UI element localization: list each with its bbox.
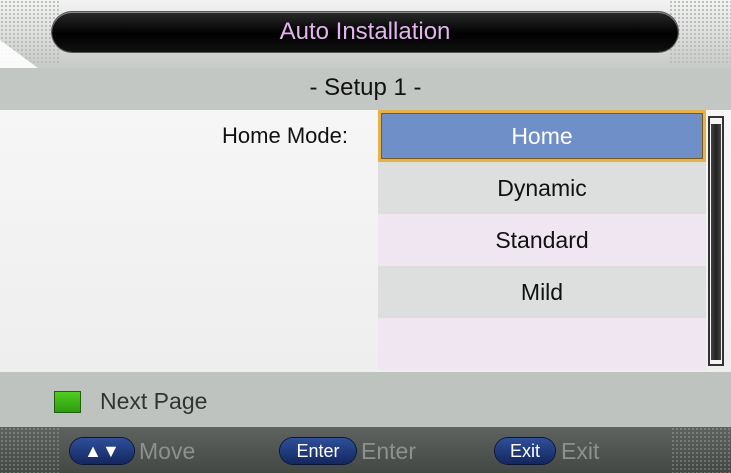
setup-subtitle: - Setup 1 - xyxy=(0,68,731,110)
exit-key-icon: Exit xyxy=(495,438,555,464)
green-button-icon xyxy=(54,391,81,413)
scrollbar-thumb[interactable] xyxy=(711,124,721,360)
move-key-icon: ▲▼ xyxy=(70,438,134,464)
window-title: Auto Installation xyxy=(52,12,678,52)
enter-hint: Enter xyxy=(361,438,416,464)
option-dynamic[interactable]: Dynamic xyxy=(378,162,706,214)
footer-left-decoration xyxy=(0,427,60,473)
corner-fold-decoration xyxy=(0,40,38,68)
option-standard[interactable]: Standard xyxy=(378,214,706,266)
top-right-decoration xyxy=(669,0,731,64)
next-page-label[interactable]: Next Page xyxy=(100,384,207,418)
home-mode-label: Home Mode: xyxy=(222,123,348,148)
enter-key-icon: Enter xyxy=(280,438,356,464)
empty-list-row xyxy=(378,318,706,370)
option-home[interactable]: Home xyxy=(378,110,706,162)
exit-hint: Exit xyxy=(561,438,600,464)
move-hint: Move xyxy=(139,438,196,464)
home-mode-list[interactable]: Home Dynamic Standard Mild xyxy=(378,110,706,370)
option-mild[interactable]: Mild xyxy=(378,266,706,318)
footer-right-decoration xyxy=(671,427,731,473)
